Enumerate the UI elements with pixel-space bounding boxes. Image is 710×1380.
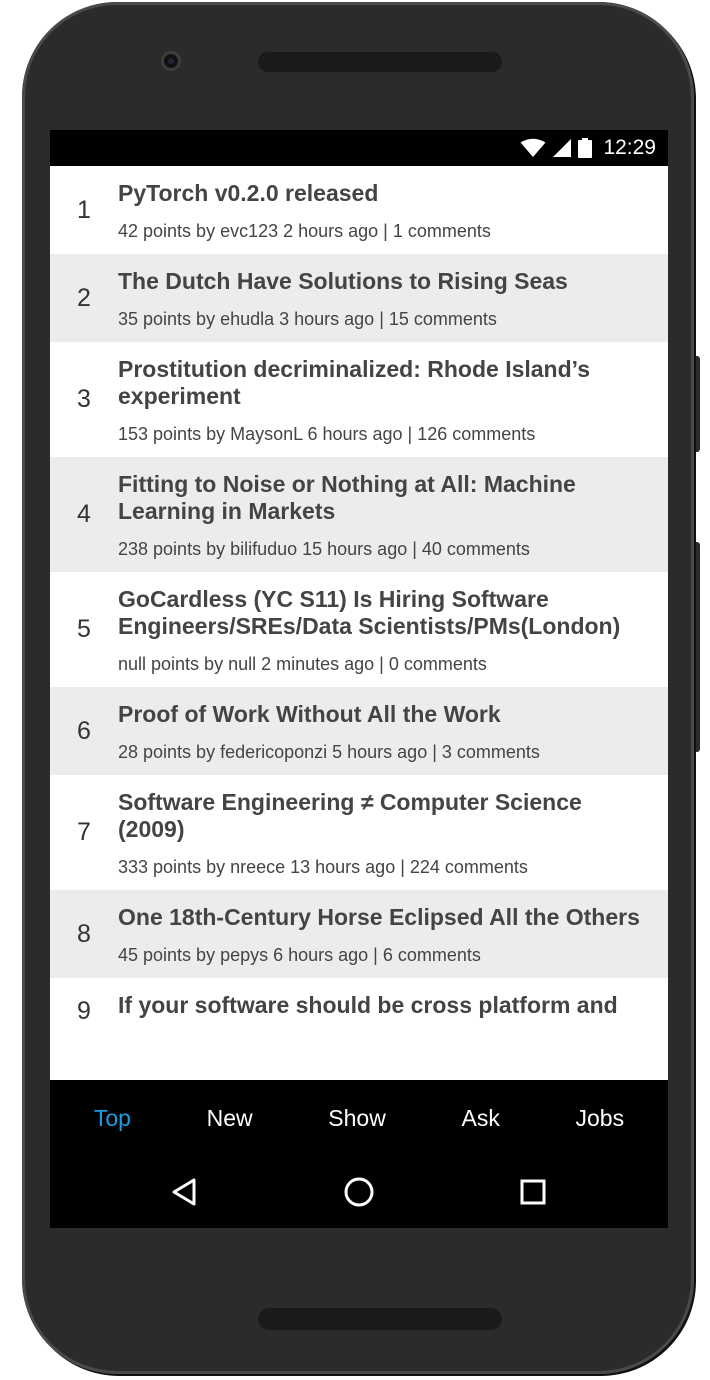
story-meta: 35 points by ehudla 3 hours ago | 15 com… [118,309,497,329]
story-rank: 8 [77,919,91,948]
story-title[interactable]: Proof of Work Without All the Work [118,701,648,728]
status-bar: 12:29 [50,130,668,166]
recents-icon[interactable] [515,1174,551,1210]
story-meta: 238 points by bilifuduo 15 hours ago | 4… [118,539,530,559]
wifi-icon [520,138,546,157]
story-rank: 3 [77,385,91,413]
battery-icon [578,138,593,158]
story-title[interactable]: GoCardless (YC S11) Is Hiring Software E… [118,586,648,640]
story-rank: 4 [77,500,91,528]
story-rank: 2 [77,283,91,312]
status-clock: 12:29 [603,136,656,159]
story-row[interactable]: 3 Prostitution decriminalized: Rhode Isl… [50,342,668,457]
story-meta: null points by null 2 minutes ago | 0 co… [118,654,487,674]
story-meta: 333 points by nreece 13 hours ago | 224 … [118,857,528,877]
story-title[interactable]: Software Engineering ≠ Computer Science … [118,789,648,843]
story-title[interactable]: If your software should be cross platfor… [118,992,648,1019]
tab-new[interactable]: New [207,1105,253,1132]
story-row[interactable]: 1 PyTorch v0.2.0 released 42 points by e… [50,166,668,254]
bottom-tab-bar: Top New Show Ask Jobs [50,1080,668,1156]
story-list[interactable]: 1 PyTorch v0.2.0 released 42 points by e… [50,166,668,1080]
screen: 12:29 1 PyTorch v0.2.0 released 42 point… [50,130,668,1228]
story-meta: 153 points by MaysonL 6 hours ago | 126 … [118,424,536,444]
story-title[interactable]: Prostitution decriminalized: Rhode Islan… [118,356,648,410]
back-icon[interactable] [168,1174,204,1210]
tab-top[interactable]: Top [94,1105,131,1132]
tab-show[interactable]: Show [328,1105,386,1132]
story-title[interactable]: One 18th-Century Horse Eclipsed All the … [118,904,648,931]
story-meta: 45 points by pepys 6 hours ago | 6 comme… [118,945,481,965]
story-row[interactable]: 2 The Dutch Have Solutions to Rising Sea… [50,254,668,342]
story-row[interactable]: 7 Software Engineering ≠ Computer Scienc… [50,775,668,890]
front-camera [161,51,181,71]
tab-jobs[interactable]: Jobs [576,1105,625,1132]
story-row[interactable]: 6 Proof of Work Without All the Work 28 … [50,687,668,775]
story-rank: 6 [77,716,91,745]
story-row[interactable]: 8 One 18th-Century Horse Eclipsed All th… [50,890,668,978]
story-meta: 42 points by evc123 2 hours ago | 1 comm… [118,221,491,241]
story-rank: 1 [77,195,91,224]
story-title[interactable]: Fitting to Noise or Nothing at All: Mach… [118,471,648,525]
earpiece-speaker [258,52,502,72]
story-rank: 9 [77,996,91,1025]
bottom-speaker [258,1308,502,1330]
story-title[interactable]: PyTorch v0.2.0 released [118,180,648,207]
story-row[interactable]: 4 Fitting to Noise or Nothing at All: Ma… [50,457,668,572]
android-nav-bar [50,1156,668,1228]
story-rank: 5 [77,615,91,643]
story-row[interactable]: 5 GoCardless (YC S11) Is Hiring Software… [50,572,668,687]
story-rank: 7 [77,818,91,846]
story-title[interactable]: The Dutch Have Solutions to Rising Seas [118,268,648,295]
tab-ask[interactable]: Ask [462,1105,500,1132]
story-row[interactable]: 9 If your software should be cross platf… [50,978,668,1044]
story-meta: 28 points by federicoponzi 5 hours ago |… [118,742,540,762]
home-icon[interactable] [341,1174,377,1210]
signal-icon [553,139,572,157]
